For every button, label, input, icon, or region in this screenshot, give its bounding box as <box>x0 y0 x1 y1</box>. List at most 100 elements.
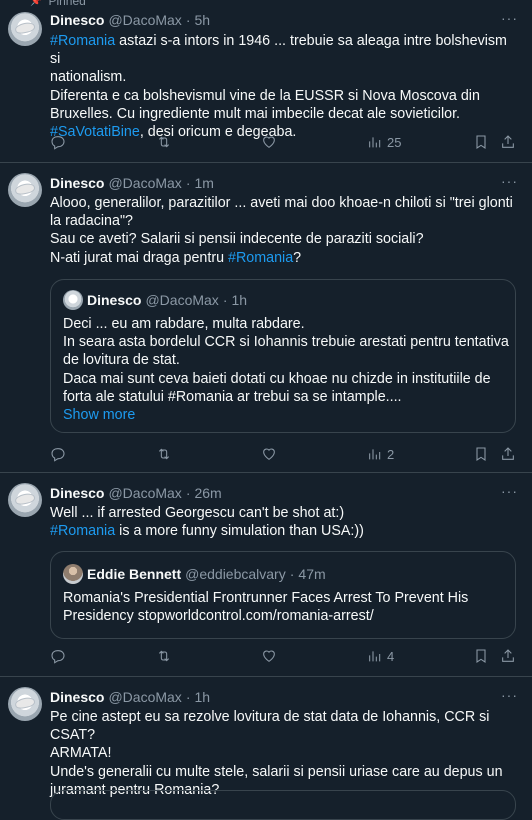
share-icon <box>502 649 514 662</box>
text-line: Bruxelles. Cu ingrediente mult mai imbec… <box>50 105 461 122</box>
quoted-author-name: Dinesco <box>87 292 142 308</box>
quoted-tweet[interactable] <box>50 790 516 820</box>
quoted-tweet[interactable]: Eddie Bennett @eddiebcalvary · 47m Roman… <box>50 551 516 639</box>
text-line: ARMATA! <box>50 745 112 762</box>
text-line: la radacina"? <box>50 213 133 230</box>
share-button[interactable] <box>500 648 516 664</box>
reply-button[interactable] <box>50 134 66 150</box>
text-line: astazi s-a intors in 1946 ... trebuie sa… <box>50 33 507 68</box>
quoted-text: Romania's Presidential Frontrunner Faces… <box>63 589 509 625</box>
hashtag-link[interactable]: #Romania <box>50 33 115 49</box>
more-options-icon[interactable]: ··· <box>501 687 518 703</box>
separator-dot: · <box>222 292 228 308</box>
timestamp[interactable]: 1h <box>194 689 210 705</box>
hashtag-link[interactable]: #Romania <box>228 250 293 266</box>
more-options-icon[interactable]: ··· <box>501 10 518 26</box>
repost-icon <box>158 650 170 662</box>
hashtag-link[interactable]: #Romania <box>50 523 115 539</box>
author-handle[interactable]: @DacoMax <box>108 485 181 501</box>
like-button[interactable] <box>261 446 277 462</box>
show-more-link[interactable]: Show more <box>63 406 509 424</box>
quoted-timestamp: 47m <box>298 566 326 582</box>
heart-icon <box>263 448 275 460</box>
tweet-text: Pe cine astept eu sa rezolve lovitura de… <box>50 708 520 799</box>
tweet[interactable]: Dinesco @DacoMax · 1m ··· Alooo, general… <box>0 163 532 473</box>
text-line: ? <box>293 249 302 266</box>
separator-dot: · <box>185 12 191 28</box>
text-line: Daca mai sunt ceva baieti dotati cu khoa… <box>63 370 491 387</box>
views-button[interactable]: 4 <box>367 648 394 664</box>
timestamp[interactable]: 1m <box>194 175 213 191</box>
quoted-author-handle: @eddiebcalvary <box>185 566 286 582</box>
text-line: forta ale statului #Romania ar trebui sa… <box>63 388 402 405</box>
bookmark-icon <box>476 649 486 663</box>
author-handle[interactable]: @DacoMax <box>108 175 181 191</box>
tweet-actions: 2 <box>50 444 518 464</box>
quoted-header: Eddie Bennett @eddiebcalvary · 47m <box>87 566 326 582</box>
repost-icon <box>158 136 170 148</box>
more-options-icon[interactable]: ··· <box>501 173 518 189</box>
tweet[interactable]: Dinesco @DacoMax · 1h ··· Pe cine astept… <box>0 677 532 820</box>
tweet-header: Dinesco @DacoMax · 1h <box>50 689 210 705</box>
more-options-icon[interactable]: ··· <box>501 483 518 499</box>
views-chart-icon <box>369 137 381 148</box>
author-name[interactable]: Dinesco <box>50 175 104 191</box>
quoted-tweet[interactable]: Dinesco @DacoMax · 1h Deci ... eu am rab… <box>50 279 516 433</box>
share-icon <box>502 135 514 148</box>
share-button[interactable] <box>500 446 516 462</box>
quoted-avatar <box>63 564 83 584</box>
text-line: Deci ... eu am rabdare, multa rabdare. <box>63 316 305 332</box>
quoted-header: Dinesco @DacoMax · 1h <box>87 292 247 308</box>
views-chart-icon <box>369 449 381 460</box>
tweet-text: Alooo, generalilor, parazitilor ... avet… <box>50 194 520 267</box>
author-name[interactable]: Dinesco <box>50 485 104 501</box>
like-button[interactable] <box>261 648 277 664</box>
text-line: Pe cine astept eu sa rezolve lovitura de… <box>50 709 490 744</box>
reply-icon <box>51 448 65 462</box>
reply-button[interactable] <box>50 446 66 462</box>
views-button[interactable]: 2 <box>367 446 394 462</box>
repost-button[interactable] <box>156 134 172 150</box>
tweet-text: #Romania astazi s-a intors in 1946 ... t… <box>50 32 520 141</box>
quoted-author-handle: @DacoMax <box>145 292 219 308</box>
text-line: Romania's Presidential Frontrunner Faces… <box>63 590 469 606</box>
share-button[interactable] <box>500 134 516 150</box>
reply-icon <box>51 650 65 664</box>
views-button[interactable]: 25 <box>367 134 401 150</box>
separator-dot: · <box>185 485 191 501</box>
timestamp[interactable]: 26m <box>194 485 221 501</box>
avatar[interactable] <box>8 12 42 46</box>
author-name[interactable]: Dinesco <box>50 689 104 705</box>
bookmark-button[interactable] <box>473 648 489 664</box>
share-icon <box>502 447 514 460</box>
text-line: Well ... if arrested Georgescu can't be … <box>50 505 345 521</box>
author-handle[interactable]: @DacoMax <box>108 12 181 28</box>
tweet[interactable]: Dinesco @DacoMax · 26m ··· Well ... if a… <box>0 473 532 677</box>
reply-icon <box>51 136 65 150</box>
tweet-header: Dinesco @DacoMax · 26m <box>50 485 222 501</box>
repost-button[interactable] <box>156 446 172 462</box>
text-line: de lovitura de stat. <box>63 352 180 369</box>
bookmark-icon <box>476 447 486 461</box>
quoted-text: Deci ... eu am rabdare, multa rabdare. I… <box>63 315 509 424</box>
avatar[interactable] <box>8 687 42 721</box>
avatar[interactable] <box>8 173 42 207</box>
bookmark-button[interactable] <box>473 446 489 462</box>
separator-dot: · <box>185 175 191 191</box>
repost-button[interactable] <box>156 648 172 664</box>
views-count: 25 <box>387 134 402 150</box>
like-button[interactable] <box>261 134 277 150</box>
tweet-text: Well ... if arrested Georgescu can't be … <box>50 504 520 540</box>
text-line: Alooo, generalilor, parazitilor ... avet… <box>50 195 513 211</box>
reply-button[interactable] <box>50 648 66 664</box>
timestamp[interactable]: 5h <box>194 12 210 28</box>
bookmark-icon <box>476 135 486 149</box>
tweet[interactable]: Dinesco @DacoMax · 5h ··· #Romania astaz… <box>0 0 532 163</box>
author-handle[interactable]: @DacoMax <box>108 689 181 705</box>
bookmark-button[interactable] <box>473 134 489 150</box>
avatar[interactable] <box>8 483 42 517</box>
views-chart-icon <box>369 651 381 662</box>
author-name[interactable]: Dinesco <box>50 12 104 28</box>
quoted-avatar <box>63 290 83 310</box>
tweet-header: Dinesco @DacoMax · 1m <box>50 175 214 191</box>
